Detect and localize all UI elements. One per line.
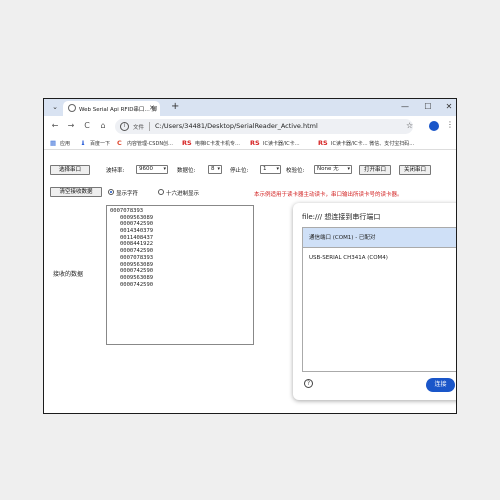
select-port-button[interactable]: 选择串口 — [50, 165, 90, 175]
received-data-textarea[interactable]: 0007078393 0009563089 0000742590 0014340… — [106, 205, 254, 345]
connect-button[interactable]: 连接 — [426, 378, 455, 392]
received-line: 0007078393 — [110, 208, 144, 214]
new-tab-button[interactable]: + — [171, 101, 179, 112]
received-line: 0009563089 — [120, 274, 154, 281]
parity-value: None 无 — [317, 166, 339, 172]
stopbits-label: 停止位: — [230, 168, 249, 174]
baidu-paw-icon: ♝ — [80, 139, 86, 147]
forward-button[interactable]: → — [66, 121, 76, 130]
received-line: 0000742590 — [120, 281, 154, 288]
parity-select[interactable]: None 无 ▾ — [314, 165, 352, 174]
globe-icon — [68, 104, 76, 112]
maximize-button[interactable]: ☐ — [422, 102, 434, 111]
port-option-com1[interactable]: 通信端口 (COM1) - 已配对 — [303, 228, 456, 248]
reload-button[interactable]: C — [82, 121, 92, 130]
dialog-title: file:/// 想连接到串行端口 — [302, 213, 381, 221]
navigation-bar: ← → C ⌂ i 文件 C:/Users/34481/Desktop/Seri… — [44, 116, 456, 137]
rs-logo-icon: RS — [182, 139, 192, 147]
baud-label: 波特率: — [106, 168, 125, 174]
browser-window: ⌄ Web Serial Api RFID串口… 脚 ✕ + — ☐ ✕ ← →… — [43, 98, 457, 414]
stopbits-value: 1 — [263, 166, 267, 172]
tab-serial-reader[interactable]: Web Serial Api RFID串口… 脚 ✕ — [63, 101, 160, 116]
show-char-label: 显示字符 — [116, 191, 139, 197]
bookmark-label: IC读卡器/IC卡… 微信、支付宝扫码… — [331, 141, 415, 147]
address-bar[interactable]: i 文件 C:/Users/34481/Desktop/SerialReader… — [115, 119, 413, 134]
received-line: 0009563089 — [120, 214, 154, 221]
chevron-down-icon: ▾ — [163, 166, 166, 172]
chevron-down-icon: ▾ — [217, 166, 220, 172]
tab-close-icon[interactable]: ✕ — [149, 104, 155, 112]
databits-value: 8 — [211, 166, 215, 172]
close-window-button[interactable]: ✕ — [443, 102, 455, 111]
bookmark-star-icon[interactable]: ☆ — [406, 121, 413, 130]
rs-logo-icon: RS — [250, 139, 260, 147]
tab-strip: ⌄ Web Serial Api RFID串口… 脚 ✕ + — ☐ ✕ — [44, 99, 456, 116]
bookmark-label: IC读卡器/IC卡… — [263, 141, 300, 147]
received-line: 0000742590 — [120, 221, 154, 228]
clear-received-button[interactable]: 清空接收数据 — [50, 187, 102, 197]
tab-search-icon[interactable]: ⌄ — [50, 102, 60, 112]
apps-grid-icon: ▦ — [50, 139, 57, 147]
bookmark-label: 电梯IC卡发卡机专… — [195, 141, 240, 147]
received-line: 0011408437 — [120, 234, 154, 241]
address-separator — [149, 122, 150, 131]
port-option-com4[interactable]: USB-SERIAL CH341A (COM4) — [303, 248, 456, 268]
show-hex-label: 十六进制显示 — [166, 191, 200, 197]
databits-label: 数据位: — [177, 168, 196, 174]
databits-select[interactable]: 8 ▾ — [208, 165, 222, 174]
stopbits-select[interactable]: 1 ▾ — [260, 165, 281, 174]
rs-logo-icon: RS — [318, 139, 328, 147]
browser-menu-icon[interactable]: ⋮ — [446, 120, 454, 129]
received-line: 0008441922 — [120, 241, 154, 248]
received-line: 0000742590 — [120, 248, 154, 255]
serial-port-chooser-dialog: file:/// 想连接到串行端口 通信端口 (COM1) - 已配对 USB-… — [293, 203, 456, 400]
bookmarks-bar: ▦ 应用 ♝ 百度一下 C 内容管理-CSDN创… RS 电梯IC卡发卡机专… … — [44, 137, 456, 150]
address-scheme-label: 文件 — [133, 125, 145, 131]
port-list: 通信端口 (COM1) - 已配对 USB-SERIAL CH341A (COM… — [302, 227, 456, 372]
baud-select[interactable]: 9600 ▾ — [136, 165, 168, 174]
chevron-down-icon: ▾ — [347, 166, 350, 172]
received-line: 0007078393 — [120, 254, 154, 261]
bookmark-label: 百度一下 — [90, 141, 111, 147]
received-line: 0014340379 — [120, 228, 154, 235]
tab-title: Web Serial Api RFID串口… 脚 — [79, 107, 158, 113]
received-line: 0000742590 — [120, 268, 154, 275]
show-hex-radio[interactable] — [158, 189, 164, 195]
chevron-down-icon: ▾ — [276, 166, 279, 172]
close-port-button[interactable]: 关闭串口 — [399, 165, 431, 175]
bookmark-label: 应用 — [60, 141, 71, 147]
parity-label: 校验位: — [286, 168, 305, 174]
profile-avatar[interactable] — [429, 121, 439, 131]
usage-notice: 本示例适用于读卡器主动读卡，串口输出所读卡号的读卡器。 — [254, 192, 403, 198]
received-data-label: 接收的数据 — [53, 271, 84, 278]
help-icon[interactable]: ? — [304, 379, 313, 388]
csdn-logo-icon: C — [117, 139, 122, 147]
info-icon[interactable]: i — [120, 122, 129, 131]
show-char-radio[interactable] — [108, 189, 114, 195]
minimize-button[interactable]: — — [399, 102, 411, 111]
back-button[interactable]: ← — [50, 121, 60, 130]
bookmark-label: 内容管理-CSDN创… — [127, 141, 174, 147]
received-line: 0009563089 — [120, 261, 154, 268]
open-port-button[interactable]: 打开串口 — [359, 165, 391, 175]
home-button[interactable]: ⌂ — [98, 121, 108, 130]
baud-value: 9600 — [139, 166, 153, 172]
address-url[interactable]: C:/Users/34481/Desktop/SerialReader_Acti… — [155, 122, 318, 130]
